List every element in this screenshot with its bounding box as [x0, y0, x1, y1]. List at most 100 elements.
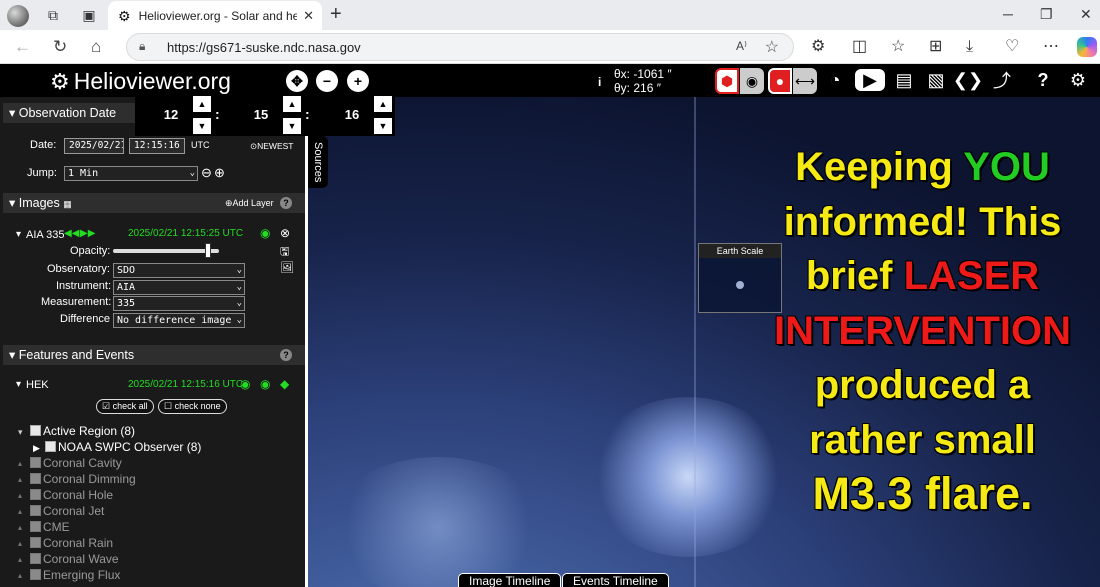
settings-gear-icon[interactable]: ⚙: [1065, 69, 1091, 91]
checkbox-icon[interactable]: [45, 441, 56, 452]
event-coronal-jet[interactable]: Coronal Jet: [30, 504, 104, 518]
center-view-button[interactable]: ✥: [286, 70, 308, 92]
browser-tab[interactable]: ⚙ Helioviewer.org - Solar and heliophysi…: [108, 1, 322, 30]
globe-view-icon[interactable]: ●: [768, 68, 792, 94]
rss-icon[interactable]: ◔: [822, 69, 848, 91]
opacity-slider[interactable]: [113, 243, 219, 258]
opacity-slider-thumb[interactable]: [205, 243, 212, 258]
hek-target-icon[interactable]: ◉: [240, 377, 250, 391]
layer-collapse-icon[interactable]: ▾: [16, 229, 21, 240]
new-tab-button[interactable]: +: [330, 4, 342, 24]
event-noaa-swpc[interactable]: NOAA SWPC Observer (8): [45, 440, 201, 454]
zoom-in-button[interactable]: +: [347, 70, 369, 92]
zoom-out-button[interactable]: −: [316, 70, 338, 92]
hours-down-arrow-icon[interactable]: ▼: [193, 118, 211, 134]
event-coronal-rain[interactable]: Coronal Rain: [30, 536, 113, 550]
save-icon[interactable]: 🖫︎: [280, 243, 289, 262]
copilot-icon[interactable]: [1077, 37, 1097, 57]
read-aloud-icon[interactable]: A⁾: [736, 39, 747, 53]
checkbox-icon[interactable]: [30, 457, 41, 468]
close-tab-icon[interactable]: ✕: [303, 8, 314, 24]
event-coronal-cavity[interactable]: Coronal Cavity: [30, 456, 122, 470]
tree-collapsed-icon[interactable]: ▶: [33, 443, 40, 454]
hours-up-arrow-icon[interactable]: ▲: [193, 96, 211, 112]
share-icon[interactable]: ⤴: [989, 69, 1015, 91]
features-help-icon[interactable]: ?: [280, 349, 292, 361]
tree-expand-icon[interactable]: ▴: [18, 571, 22, 580]
swap-arrows-icon[interactable]: ⟷: [793, 68, 817, 94]
minutes-down-arrow-icon[interactable]: ▼: [283, 118, 301, 134]
tree-expand-icon[interactable]: ▴: [18, 555, 22, 564]
time-input[interactable]: 12:15:16: [129, 138, 185, 154]
add-layer-button[interactable]: ⊕Add Layer: [225, 198, 274, 209]
lock-icon[interactable]: 🔒︎: [139, 39, 145, 54]
seconds-value[interactable]: 16: [332, 107, 372, 122]
tree-expand-icon[interactable]: ▴: [18, 491, 22, 500]
tree-expand-icon[interactable]: ▴: [18, 523, 22, 532]
checkbox-icon[interactable]: [30, 505, 41, 516]
checkbox-icon[interactable]: [30, 569, 41, 580]
event-cme[interactable]: CME: [30, 520, 70, 534]
features-events-header[interactable]: ▾ Features and Events: [3, 345, 305, 365]
checkbox-icon[interactable]: [30, 537, 41, 548]
remove-layer-icon[interactable]: ⊗: [280, 226, 290, 240]
checkbox-icon[interactable]: [30, 521, 41, 532]
image-icon[interactable]: 🖼︎: [280, 261, 294, 274]
info-icon[interactable]: i: [598, 76, 601, 89]
address-bar[interactable]: 🔒︎ https://gs671-suske.ndc.nasa.gov A⁾ ☆: [126, 33, 794, 61]
target-icon[interactable]: ◉: [740, 68, 764, 94]
seconds-down-arrow-icon[interactable]: ▼: [374, 118, 392, 134]
minutes-value[interactable]: 15: [241, 107, 281, 122]
3d-view-icon[interactable]: ⬢: [715, 68, 739, 94]
difference-select[interactable]: No difference image ⌄: [113, 313, 245, 328]
back-icon[interactable]: ←: [14, 37, 31, 57]
tree-expand-icon[interactable]: ▴: [18, 459, 22, 468]
more-menu-icon[interactable]: ⋯: [1043, 37, 1059, 57]
browser-essentials-icon[interactable]: ♡: [1005, 37, 1019, 57]
screenshot-icon[interactable]: ▧: [923, 69, 949, 91]
tree-expand-icon[interactable]: ▴: [18, 539, 22, 548]
visibility-eye-icon[interactable]: ◉: [260, 226, 270, 240]
helioviewer-logo[interactable]: ⚙ Helioviewer.org: [50, 68, 231, 95]
tree-expand-icon[interactable]: ▴: [18, 507, 22, 516]
hek-label-tag-icon[interactable]: ◆: [280, 377, 289, 391]
checkbox-icon[interactable]: [30, 553, 41, 564]
event-coronal-dimming[interactable]: Coronal Dimming: [30, 472, 136, 486]
extensions-icon[interactable]: ⚙: [811, 37, 825, 57]
newest-button[interactable]: ⊙NEWEST: [250, 141, 294, 152]
hek-collapse-icon[interactable]: ▾: [16, 379, 21, 390]
downloads-icon[interactable]: ⤓: [966, 37, 973, 57]
check-all-button[interactable]: ☑ check all: [96, 399, 154, 414]
layer-next-icon[interactable]: ▶▶: [80, 228, 95, 239]
images-help-icon[interactable]: ?: [280, 197, 292, 209]
minimize-button[interactable]: ─: [1003, 6, 1013, 22]
embed-icon[interactable]: ❮❯: [953, 69, 983, 91]
jump-select[interactable]: 1 Min ⌄: [64, 166, 198, 181]
favorites-icon[interactable]: ☆: [891, 37, 905, 57]
event-coronal-wave[interactable]: Coronal Wave: [30, 552, 119, 566]
vertical-tabs-icon[interactable]: ▣: [79, 5, 99, 25]
seconds-up-arrow-icon[interactable]: ▲: [374, 96, 392, 112]
home-icon[interactable]: ⌂: [91, 37, 101, 57]
instrument-select[interactable]: AIA ⌄: [113, 280, 245, 295]
events-timeline-button[interactable]: Events Timeline: [562, 573, 669, 587]
minutes-up-arrow-icon[interactable]: ▲: [283, 96, 301, 112]
collections-icon[interactable]: ⊞: [929, 37, 942, 57]
split-screen-icon[interactable]: ◫: [852, 37, 867, 57]
image-timeline-button[interactable]: Image Timeline: [458, 573, 562, 587]
measurement-select[interactable]: 335 ⌄: [113, 296, 245, 311]
checkbox-icon[interactable]: [30, 489, 41, 500]
event-coronal-hole[interactable]: Coronal Hole: [30, 488, 113, 502]
tree-expand-icon[interactable]: ▾: [18, 427, 23, 438]
hours-value[interactable]: 12: [151, 107, 191, 122]
event-active-region[interactable]: Active Region (8): [30, 424, 135, 438]
date-input[interactable]: 2025/02/21: [64, 138, 124, 154]
close-window-button[interactable]: ✕: [1080, 6, 1092, 22]
checkbox-icon[interactable]: [30, 473, 41, 484]
event-emerging-flux[interactable]: Emerging Flux: [30, 568, 120, 582]
youtube-icon[interactable]: ▶: [855, 69, 885, 91]
restore-button[interactable]: ❐: [1040, 6, 1053, 22]
jump-back-icon[interactable]: ⊖: [201, 165, 212, 181]
star-icon[interactable]: ☆: [765, 37, 779, 57]
refresh-icon[interactable]: ↻: [53, 37, 67, 57]
